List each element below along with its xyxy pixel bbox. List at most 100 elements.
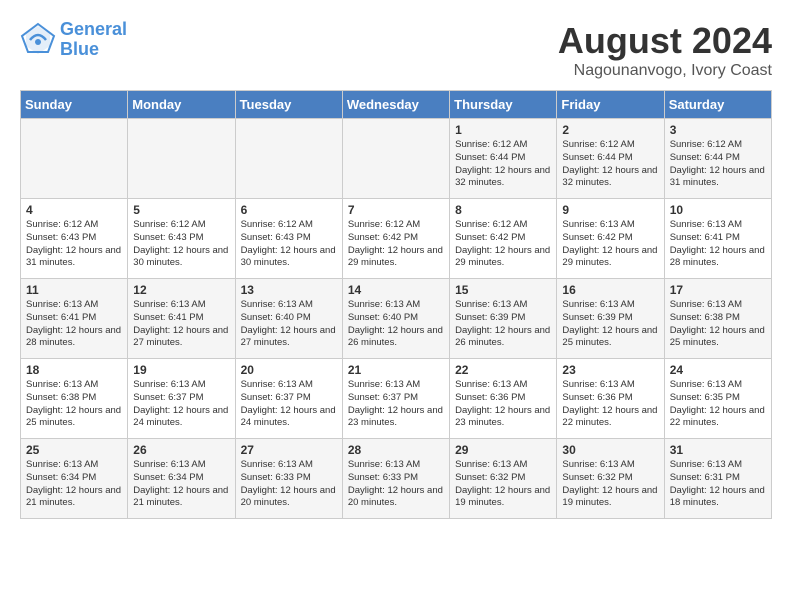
calendar-cell: 25 Sunrise: 6:13 AM Sunset: 6:34 PM Dayli… — [21, 439, 128, 519]
calendar-cell: 30Sunrise: 6:13 AM Sunset: 6:32 PM Dayli… — [557, 439, 664, 519]
day-content: Sunrise: 6:13 AM Sunset: 6:32 PM Dayligh… — [455, 459, 551, 510]
day-number: 25 — [26, 443, 122, 457]
day-number: 1 — [455, 123, 551, 137]
day-header-wednesday: Wednesday — [342, 91, 449, 119]
calendar-cell: 24Sunrise: 6:13 AM Sunset: 6:35 PM Dayli… — [664, 359, 771, 439]
calendar-title: August 2024 — [558, 20, 772, 62]
day-content: Sunrise: 6:12 AM Sunset: 6:42 PM Dayligh… — [455, 219, 551, 270]
day-content: Sunrise: 6:13 AM Sunset: 6:34 PM Dayligh… — [26, 459, 122, 510]
day-content: Sunrise: 6:13 AM Sunset: 6:33 PM Dayligh… — [241, 459, 337, 510]
day-content: Sunrise: 6:13 AM Sunset: 6:31 PM Dayligh… — [670, 459, 766, 510]
calendar-cell: 5Sunrise: 6:12 AM Sunset: 6:43 PM Daylig… — [128, 199, 235, 279]
day-content: Sunrise: 6:12 AM Sunset: 6:43 PM Dayligh… — [26, 219, 122, 270]
day-header-saturday: Saturday — [664, 91, 771, 119]
calendar-cell: 4 Sunrise: 6:12 AM Sunset: 6:43 PM Daylig… — [21, 199, 128, 279]
day-header-monday: Monday — [128, 91, 235, 119]
logo-text: General Blue — [60, 20, 127, 60]
calendar-cell: 26 Sunrise: 6:13 AM Sunset: 6:34 PM Dayli… — [128, 439, 235, 519]
day-number: 21 — [348, 363, 444, 377]
day-number: 12 — [133, 283, 229, 297]
calendar-cell: 9Sunrise: 6:13 AM Sunset: 6:42 PM Daylig… — [557, 199, 664, 279]
day-content: Sunrise: 6:13 AM Sunset: 6:41 PM Dayligh… — [670, 219, 766, 270]
calendar-cell — [342, 119, 449, 199]
day-content: Sunrise: 6:13 AM Sunset: 6:32 PM Dayligh… — [562, 459, 658, 510]
calendar-header-row: SundayMondayTuesdayWednesdayThursdayFrid… — [21, 91, 772, 119]
day-number: 29 — [455, 443, 551, 457]
calendar-cell — [21, 119, 128, 199]
day-content: Sunrise: 6:13 AM Sunset: 6:41 PM Dayligh… — [133, 299, 229, 350]
day-content: Sunrise: 6:12 AM Sunset: 6:44 PM Dayligh… — [670, 139, 766, 190]
day-number: 10 — [670, 203, 766, 217]
day-number: 3 — [670, 123, 766, 137]
calendar-cell: 11 Sunrise: 6:13 AM Sunset: 6:41 PM Dayli… — [21, 279, 128, 359]
day-content: Sunrise: 6:13 AM Sunset: 6:40 PM Dayligh… — [348, 299, 444, 350]
day-number: 11 — [26, 283, 122, 297]
day-header-thursday: Thursday — [450, 91, 557, 119]
calendar-week-2: 4 Sunrise: 6:12 AM Sunset: 6:43 PM Daylig… — [21, 199, 772, 279]
calendar-week-5: 25 Sunrise: 6:13 AM Sunset: 6:34 PM Dayli… — [21, 439, 772, 519]
day-header-tuesday: Tuesday — [235, 91, 342, 119]
day-number: 15 — [455, 283, 551, 297]
calendar-cell: 15 Sunrise: 6:13 AM Sunset: 6:39 PM Dayli… — [450, 279, 557, 359]
page-header: General Blue August 2024 Nagounanvogo, I… — [20, 20, 772, 80]
calendar-cell: 6 Sunrise: 6:12 AM Sunset: 6:43 PM Daylig… — [235, 199, 342, 279]
day-number: 6 — [241, 203, 337, 217]
day-number: 18 — [26, 363, 122, 377]
day-number: 19 — [133, 363, 229, 377]
day-content: Sunrise: 6:13 AM Sunset: 6:35 PM Dayligh… — [670, 379, 766, 430]
calendar-cell: 8 Sunrise: 6:12 AM Sunset: 6:42 PM Daylig… — [450, 199, 557, 279]
logo-icon — [20, 22, 56, 58]
day-content: Sunrise: 6:13 AM Sunset: 6:38 PM Dayligh… — [670, 299, 766, 350]
day-content: Sunrise: 6:12 AM Sunset: 6:44 PM Dayligh… — [562, 139, 658, 190]
day-number: 28 — [348, 443, 444, 457]
title-block: August 2024 Nagounanvogo, Ivory Coast — [558, 20, 772, 80]
calendar-week-4: 18 Sunrise: 6:13 AM Sunset: 6:38 PM Dayli… — [21, 359, 772, 439]
calendar-cell — [235, 119, 342, 199]
day-content: Sunrise: 6:13 AM Sunset: 6:39 PM Dayligh… — [455, 299, 551, 350]
calendar-cell: 19Sunrise: 6:13 AM Sunset: 6:37 PM Dayli… — [128, 359, 235, 439]
day-content: Sunrise: 6:13 AM Sunset: 6:36 PM Dayligh… — [455, 379, 551, 430]
calendar-cell: 2Sunrise: 6:12 AM Sunset: 6:44 PM Daylig… — [557, 119, 664, 199]
calendar-cell: 1Sunrise: 6:12 AM Sunset: 6:44 PM Daylig… — [450, 119, 557, 199]
day-content: Sunrise: 6:13 AM Sunset: 6:38 PM Dayligh… — [26, 379, 122, 430]
calendar-subtitle: Nagounanvogo, Ivory Coast — [558, 62, 772, 80]
calendar-cell — [128, 119, 235, 199]
calendar-cell: 16 Sunrise: 6:13 AM Sunset: 6:39 PM Dayli… — [557, 279, 664, 359]
day-content: Sunrise: 6:13 AM Sunset: 6:41 PM Dayligh… — [26, 299, 122, 350]
calendar-cell: 14 Sunrise: 6:13 AM Sunset: 6:40 PM Dayli… — [342, 279, 449, 359]
day-content: Sunrise: 6:13 AM Sunset: 6:36 PM Dayligh… — [562, 379, 658, 430]
calendar-week-1: 1 Sunrise: 6:12 AM Sunset: 6:44 PM Daylig… — [21, 119, 772, 199]
calendar-cell: 31Sunrise: 6:13 AM Sunset: 6:31 PM Dayli… — [664, 439, 771, 519]
day-number: 26 — [133, 443, 229, 457]
day-content: Sunrise: 6:13 AM Sunset: 6:33 PM Dayligh… — [348, 459, 444, 510]
calendar-cell: 7 Sunrise: 6:12 AM Sunset: 6:42 PM Daylig… — [342, 199, 449, 279]
day-number: 13 — [241, 283, 337, 297]
calendar-cell: 10 Sunrise: 6:13 AM Sunset: 6:41 PM Dayli… — [664, 199, 771, 279]
day-content: Sunrise: 6:13 AM Sunset: 6:37 PM Dayligh… — [241, 379, 337, 430]
calendar-cell: 21 Sunrise: 6:13 AM Sunset: 6:37 PM Dayli… — [342, 359, 449, 439]
day-number: 17 — [670, 283, 766, 297]
day-number: 4 — [26, 203, 122, 217]
day-number: 20 — [241, 363, 337, 377]
day-content: Sunrise: 6:13 AM Sunset: 6:34 PM Dayligh… — [133, 459, 229, 510]
calendar-cell: 22 Sunrise: 6:13 AM Sunset: 6:36 PM Dayli… — [450, 359, 557, 439]
calendar-cell: 29 Sunrise: 6:13 AM Sunset: 6:32 PM Dayli… — [450, 439, 557, 519]
calendar-cell: 3 Sunrise: 6:12 AM Sunset: 6:44 PM Daylig… — [664, 119, 771, 199]
day-number: 7 — [348, 203, 444, 217]
calendar-cell: 28 Sunrise: 6:13 AM Sunset: 6:33 PM Dayli… — [342, 439, 449, 519]
day-number: 22 — [455, 363, 551, 377]
day-content: Sunrise: 6:13 AM Sunset: 6:37 PM Dayligh… — [348, 379, 444, 430]
day-number: 16 — [562, 283, 658, 297]
day-header-friday: Friday — [557, 91, 664, 119]
day-number: 27 — [241, 443, 337, 457]
day-number: 23 — [562, 363, 658, 377]
day-content: Sunrise: 6:12 AM Sunset: 6:42 PM Dayligh… — [348, 219, 444, 270]
day-content: Sunrise: 6:13 AM Sunset: 6:42 PM Dayligh… — [562, 219, 658, 270]
day-content: Sunrise: 6:12 AM Sunset: 6:43 PM Dayligh… — [133, 219, 229, 270]
day-number: 14 — [348, 283, 444, 297]
calendar-cell: 20 Sunrise: 6:13 AM Sunset: 6:37 PM Dayli… — [235, 359, 342, 439]
calendar-cell: 17 Sunrise: 6:13 AM Sunset: 6:38 PM Dayli… — [664, 279, 771, 359]
day-content: Sunrise: 6:12 AM Sunset: 6:43 PM Dayligh… — [241, 219, 337, 270]
day-content: Sunrise: 6:13 AM Sunset: 6:39 PM Dayligh… — [562, 299, 658, 350]
day-number: 8 — [455, 203, 551, 217]
